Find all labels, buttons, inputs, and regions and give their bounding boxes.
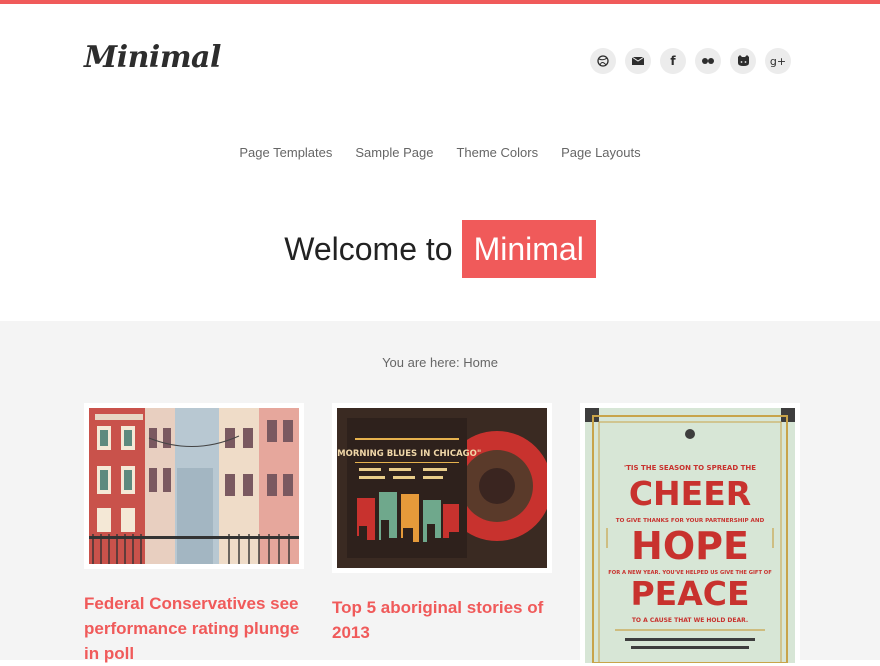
mail-icon[interactable]	[625, 48, 651, 74]
nav-item-sample-page[interactable]: Sample Page	[355, 145, 433, 160]
poster-cheer: CHEER	[629, 474, 751, 513]
facebook-icon[interactable]: f	[660, 48, 686, 74]
welcome-highlight: Minimal	[461, 220, 596, 278]
post-thumbnail-holiday-poster[interactable]: 'TIS THE SEASON TO SPREAD THE CHEER TO G…	[580, 403, 800, 663]
nav-item-page-templates[interactable]: Page Templates	[239, 145, 332, 160]
dribbble-icon[interactable]	[590, 48, 616, 74]
post-card: 'TIS THE SEASON TO SPREAD THE CHEER TO G…	[580, 403, 800, 663]
nav-item-theme-colors[interactable]: Theme Colors	[456, 145, 538, 160]
poster-peace: PEACE	[630, 574, 749, 613]
album-title: "MORNING BLUES IN CHICAGO"	[337, 449, 481, 459]
site-logo[interactable]: Minimal	[84, 40, 221, 75]
top-accent-bar	[0, 0, 880, 4]
post-title-link[interactable]: Federal Conservatives see performance ra…	[84, 591, 304, 666]
welcome-heading: Welcome to Minimal	[0, 220, 880, 278]
poster-line-1: 'TIS THE SEASON TO SPREAD THE	[624, 464, 756, 472]
post-card: Federal Conservatives see performance ra…	[84, 403, 304, 666]
breadcrumb: You are here: Home	[382, 355, 498, 370]
flickr-icon[interactable]	[695, 48, 721, 74]
poster-line-4: TO A CAUSE THAT WE HOLD DEAR.	[632, 617, 748, 624]
post-title-link[interactable]: Top 5 aboriginal stories of 2013	[332, 595, 552, 645]
github-icon[interactable]	[730, 48, 756, 74]
main-navigation: Page Templates Sample Page Theme Colors …	[0, 145, 880, 160]
social-links: f g+	[590, 48, 791, 74]
google-plus-icon[interactable]: g+	[765, 48, 791, 74]
post-thumbnail-album[interactable]: "MORNING BLUES IN CHICAGO"	[332, 403, 552, 573]
welcome-prefix: Welcome to	[284, 230, 453, 267]
poster-hope: HOPE	[631, 524, 749, 568]
content-area: You are here: Home Federal Conservatives…	[0, 321, 880, 663]
post-thumbnail-buildings[interactable]	[84, 403, 304, 569]
nav-item-page-layouts[interactable]: Page Layouts	[561, 145, 641, 160]
post-card: "MORNING BLUES IN CHICAGO" Top 5 aborigi…	[332, 403, 552, 645]
